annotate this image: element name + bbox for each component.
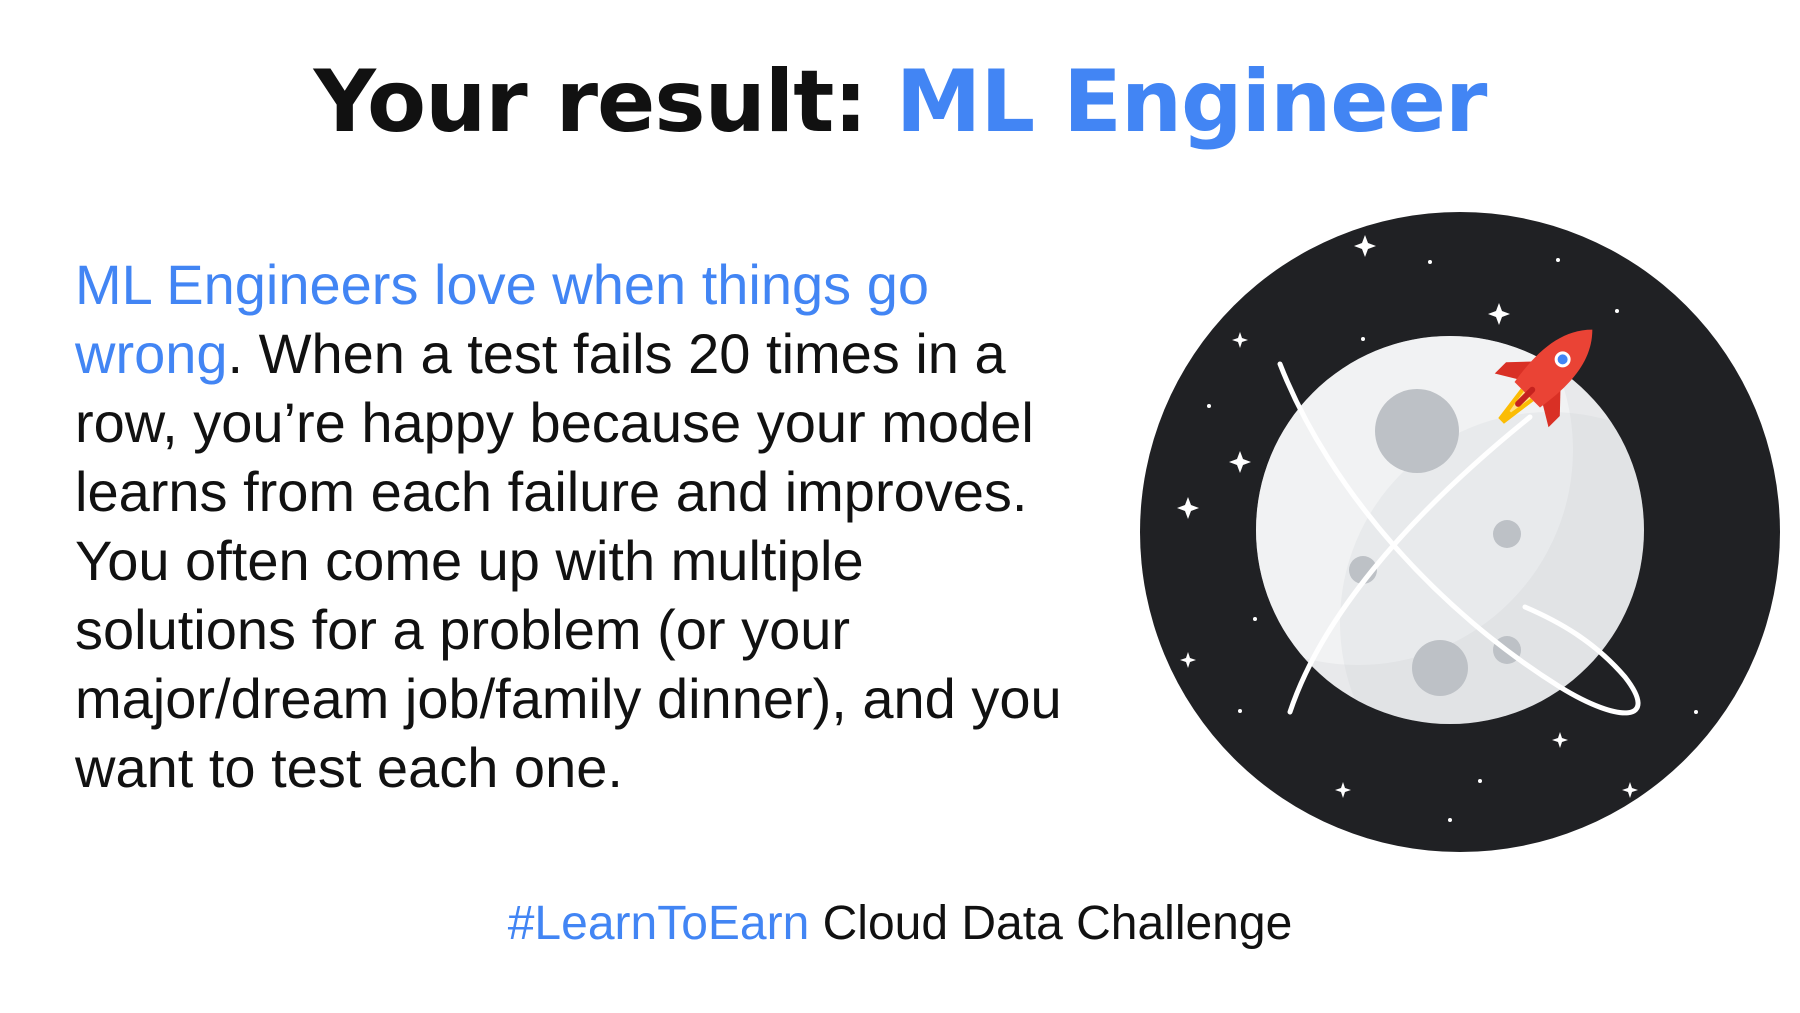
page-title: Your result: ML Engineer [0, 52, 1800, 152]
title-prefix: Your result: [313, 52, 868, 152]
crater [1493, 520, 1521, 548]
moon-rocket-icon [1140, 212, 1780, 852]
footer-tagline: #LearnToEarn Cloud Data Challenge [0, 896, 1800, 951]
result-role: ML Engineer [895, 52, 1488, 152]
result-description: ML Engineers love when things go wrong. … [75, 250, 1085, 802]
footer-label: Cloud Data Challenge [822, 897, 1293, 950]
hashtag-link[interactable]: #LearnToEarn [508, 897, 810, 950]
crater [1412, 640, 1468, 696]
crater [1375, 389, 1459, 473]
description-text: . When a test fails 20 times in a row, y… [75, 322, 1062, 799]
